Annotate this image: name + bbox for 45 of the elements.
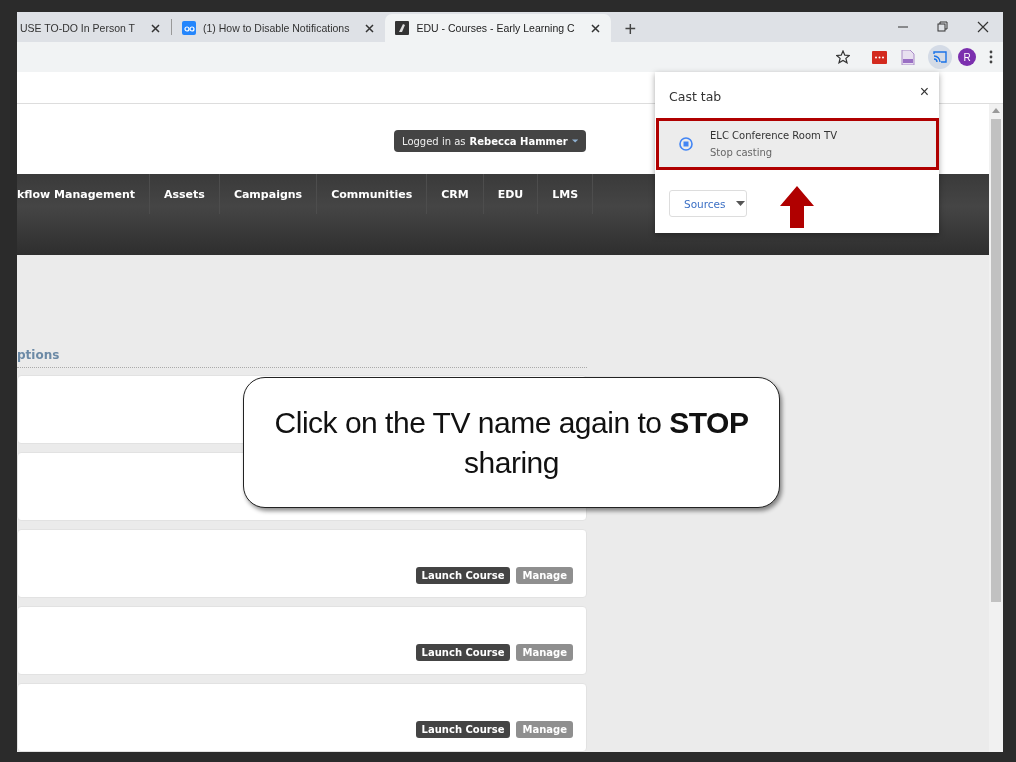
nav-item[interactable]: kflow Management	[17, 174, 150, 215]
nav-item[interactable]: EDU	[483, 174, 539, 215]
scroll-up-icon	[992, 108, 1000, 113]
up-arrow	[780, 186, 814, 228]
cast-button[interactable]	[928, 45, 952, 69]
launch-course-button[interactable]: Launch Course	[415, 721, 511, 738]
device-name: ELC Conference Room TV	[710, 130, 837, 141]
scrollbar[interactable]	[989, 104, 1003, 752]
cast-icon	[933, 51, 947, 63]
menu-icon[interactable]	[989, 50, 993, 64]
star-icon	[836, 50, 850, 64]
popup-title: Cast tab	[669, 89, 722, 102]
close-icon[interactable]	[977, 21, 989, 33]
close-button[interactable]: ×	[919, 81, 929, 102]
caret-icon	[735, 201, 745, 206]
browser-tab[interactable]: (1) How to Disable Notifications	[171, 14, 386, 42]
launch-course-button[interactable]: Launch Course	[415, 644, 511, 661]
user-name: Rebecca Hammer	[469, 135, 568, 147]
close-icon	[589, 22, 601, 34]
nav-item[interactable]: Assets	[150, 174, 220, 215]
device-status: Stop casting	[710, 147, 774, 158]
nav-item[interactable]: Communities	[317, 174, 428, 215]
logged-in-label: Logged in as	[402, 135, 466, 147]
browser-tab[interactable]: USE TO-DO In Person T	[17, 14, 171, 42]
nav-item[interactable]: CRM	[427, 174, 484, 215]
nav-item[interactable]: LMS	[538, 174, 594, 215]
page-icon	[395, 21, 410, 35]
close-icon	[364, 22, 376, 34]
browser-tab[interactable]: EDU - Courses - Early Learning C	[385, 14, 611, 42]
close-icon	[149, 22, 161, 34]
document-icon	[900, 49, 915, 65]
restore-icon[interactable]	[937, 21, 949, 33]
stop-icon	[679, 137, 693, 151]
cast-device-item[interactable]: ELC Conference Room TV Stop casting	[656, 118, 939, 170]
new-tab-button[interactable]: +	[620, 19, 641, 39]
profile-avatar[interactable]: R	[958, 48, 976, 66]
sources-button[interactable]: Sources	[669, 190, 747, 217]
site-icon	[181, 21, 196, 35]
nav-item[interactable]: Campaigns	[219, 174, 318, 215]
extension-icon	[872, 50, 887, 64]
caret-icon	[571, 139, 578, 143]
section-heading: ptions	[17, 348, 60, 362]
user-menu[interactable]: Logged in as Rebecca Hammer	[394, 130, 586, 152]
instruction-text: Click on the TV name again to STOP sharing	[273, 404, 750, 481]
launch-course-button[interactable]: Launch Course	[415, 567, 511, 584]
